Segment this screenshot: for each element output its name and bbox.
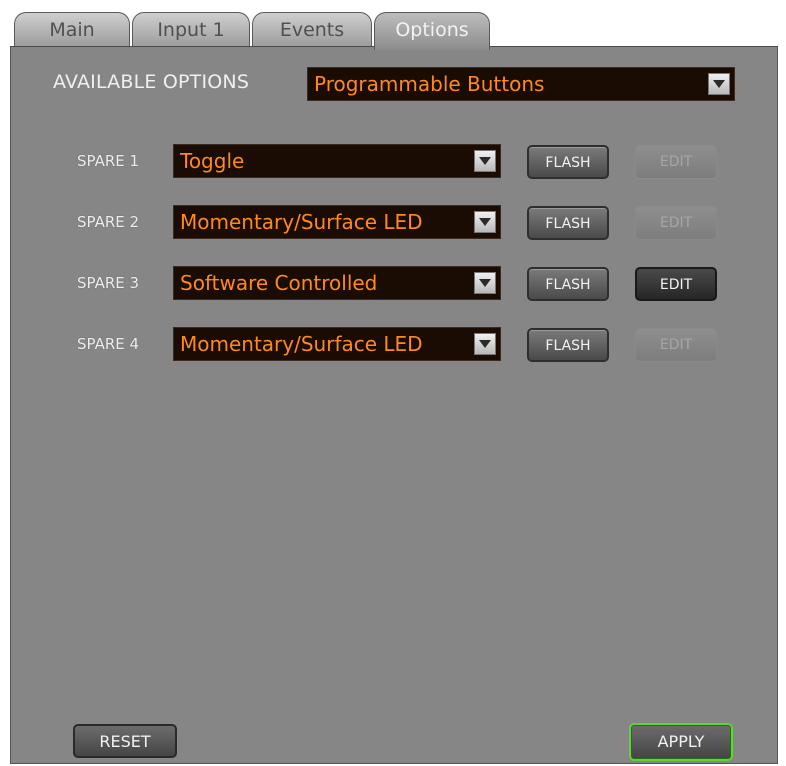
apply-button[interactable]: APPLY <box>629 723 733 761</box>
spare-2-edit-button: EDIT <box>635 206 717 240</box>
spare-3-label: SPARE 3 <box>77 274 140 292</box>
spare-1-mode-select[interactable]: Toggle <box>173 144 501 178</box>
reset-button[interactable]: RESET <box>73 724 177 758</box>
spare-2-mode-select[interactable]: Momentary/Surface LED <box>173 205 501 239</box>
spare-3-mode-select[interactable]: Software Controlled <box>173 266 501 300</box>
spare-4-label: SPARE 4 <box>77 335 140 353</box>
tab-options[interactable]: Options <box>374 12 490 50</box>
spare-2-mode-value: Momentary/Surface LED <box>180 210 423 234</box>
chevron-down-icon[interactable] <box>474 211 496 233</box>
spare-3-edit-button[interactable]: EDIT <box>635 267 717 301</box>
spare-4-edit-button: EDIT <box>635 328 717 362</box>
options-window: Main Input 1 Events Options AVAILABLE OP… <box>0 0 786 766</box>
spare-1-mode-value: Toggle <box>180 149 245 173</box>
tab-events[interactable]: Events <box>252 12 372 48</box>
chevron-down-icon[interactable] <box>474 333 496 355</box>
spare-1-flash-button[interactable]: FLASH <box>527 145 609 179</box>
chevron-down-icon[interactable] <box>708 73 730 95</box>
spare-1-label: SPARE 1 <box>77 152 140 170</box>
spare-1-edit-button: EDIT <box>635 145 717 179</box>
tab-input-1[interactable]: Input 1 <box>132 12 250 48</box>
spare-4-mode-value: Momentary/Surface LED <box>180 332 423 356</box>
chevron-down-icon[interactable] <box>474 150 496 172</box>
tab-main[interactable]: Main <box>14 12 130 48</box>
available-options-value: Programmable Buttons <box>314 72 545 96</box>
spare-2-flash-button[interactable]: FLASH <box>527 206 609 240</box>
spare-4-flash-button[interactable]: FLASH <box>527 328 609 362</box>
spare-2-label: SPARE 2 <box>77 213 140 231</box>
spare-3-flash-button[interactable]: FLASH <box>527 267 609 301</box>
spare-4-mode-select[interactable]: Momentary/Surface LED <box>173 327 501 361</box>
available-options-label: AVAILABLE OPTIONS <box>53 71 250 93</box>
chevron-down-icon[interactable] <box>474 272 496 294</box>
spare-3-mode-value: Software Controlled <box>180 271 378 295</box>
available-options-select[interactable]: Programmable Buttons <box>307 67 735 101</box>
options-panel: AVAILABLE OPTIONS Programmable Buttons S… <box>10 46 778 764</box>
